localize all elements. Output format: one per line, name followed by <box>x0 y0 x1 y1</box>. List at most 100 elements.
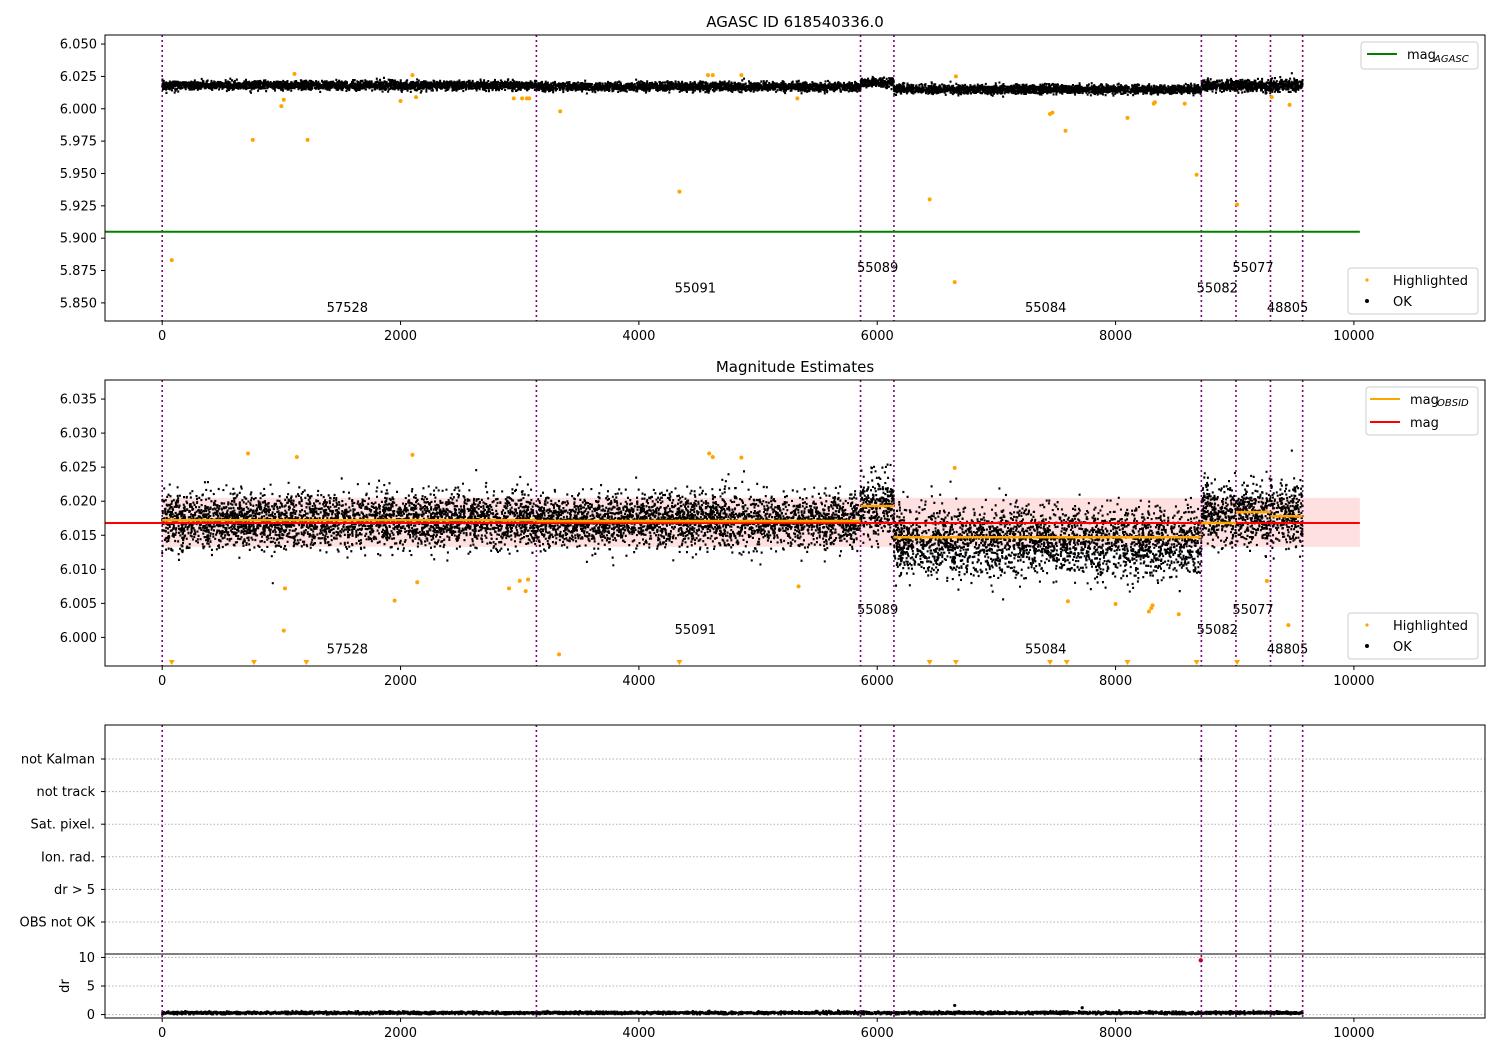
x-tick-label: 6000 <box>861 1026 894 1041</box>
highlighted-point <box>294 454 299 459</box>
out-of-range-marker <box>168 660 175 665</box>
dr-outlier <box>1080 1006 1084 1010</box>
highlighted-point <box>282 586 287 591</box>
legend-label: OK <box>1393 295 1412 310</box>
flag-label: dr > 5 <box>54 883 95 898</box>
out-of-range-marker <box>1124 660 1131 665</box>
y-tick-label: 6.030 <box>60 427 97 442</box>
legend-marker <box>1365 299 1369 303</box>
highlighted-point <box>281 97 286 102</box>
highlighted-point <box>506 586 511 591</box>
ok-points <box>859 75 895 91</box>
highlighted-point <box>523 589 528 594</box>
out-of-range-marker <box>1234 660 1241 665</box>
x-tick-label: 10000 <box>1333 1026 1374 1041</box>
y-tick-label: 5.950 <box>60 167 97 182</box>
legend-label: Highlighted <box>1393 274 1468 289</box>
out-of-range-marker <box>952 660 959 665</box>
ok-points <box>892 80 1202 98</box>
ok-points <box>161 76 538 95</box>
y-tick-label: 6.025 <box>60 70 97 85</box>
legend-label: OK <box>1393 640 1412 655</box>
highlighted-point <box>1269 95 1274 100</box>
ok-points <box>1200 72 1304 95</box>
highlighted-point <box>415 580 420 585</box>
highlighted-point <box>1146 609 1151 614</box>
highlighted-point <box>710 73 715 78</box>
legend-label: mag <box>1410 416 1439 431</box>
out-of-range-marker <box>1047 660 1054 665</box>
x-tick-label: 8000 <box>1099 674 1132 689</box>
obsid-label: 48805 <box>1267 643 1308 658</box>
highlighted-point <box>953 74 958 79</box>
flag-label: not track <box>36 785 95 800</box>
highlighted-point <box>952 280 957 285</box>
highlighted-point <box>169 258 174 263</box>
x-tick-label: 10000 <box>1333 674 1374 689</box>
legend-marker <box>1365 278 1369 282</box>
out-of-range-marker <box>303 660 310 665</box>
highlighted-point <box>250 137 255 142</box>
highlighted-point <box>1182 101 1187 106</box>
highlighted-point <box>410 73 415 78</box>
highlighted-point <box>1063 128 1068 133</box>
dr-axis-label: dr <box>58 979 73 993</box>
x-tick-label: 2000 <box>384 1026 417 1041</box>
y-tick-label: 6.050 <box>60 38 97 53</box>
highlighted-point <box>1235 202 1240 207</box>
y-tick-label: 6.025 <box>60 461 97 476</box>
highlighted-point <box>392 598 397 603</box>
flag-label: Ion. rad. <box>41 850 95 865</box>
panel-title: AGASC ID 618540336.0 <box>706 13 884 31</box>
obsid-label: 55082 <box>1197 623 1238 638</box>
obsid-label: 55089 <box>857 603 898 618</box>
highlighted-point <box>398 99 403 103</box>
highlighted-point <box>710 454 715 459</box>
y-tick-label: 6.035 <box>60 393 97 408</box>
highlighted-point <box>795 96 800 101</box>
legend-sub-agasc: AGASC <box>1433 54 1469 65</box>
highlighted-point <box>511 96 516 101</box>
y-tick-label: 5.975 <box>60 135 97 150</box>
legend-label-mag-agasc: mag <box>1407 48 1436 63</box>
legend-label: mag <box>1410 393 1439 408</box>
out-of-range-marker <box>250 660 257 665</box>
x-tick-label: 0 <box>158 674 166 689</box>
x-tick-label: 10000 <box>1333 329 1374 344</box>
highlighted-point <box>739 455 744 460</box>
y-tick-label: 5.875 <box>60 264 97 279</box>
flags-panel: not Kalman not track Sat. pixel. Ion. rad. d… <box>20 724 1486 1041</box>
highlighted-point <box>558 109 563 114</box>
obsid-label: 55077 <box>1232 261 1273 276</box>
flag-label: OBS not OK <box>20 916 96 931</box>
x-tick-label: 8000 <box>1099 329 1132 344</box>
magnitude-panel: Magnitude Estimates 57528 55091 55089 55084 5… <box>60 358 1486 689</box>
out-of-range-marker <box>1193 660 1200 665</box>
dr-points <box>161 1009 1304 1016</box>
x-tick-label: 0 <box>158 329 166 344</box>
x-tick-label: 4000 <box>622 329 655 344</box>
highlighted-point <box>414 95 419 100</box>
y-tick-label: 6.000 <box>60 631 97 646</box>
highlighted-point <box>292 71 297 76</box>
obsid-label: 55084 <box>1025 643 1066 658</box>
x-tick-label: 0 <box>158 1026 166 1041</box>
highlighted-point <box>1152 100 1157 105</box>
highlighted-point <box>1113 602 1118 607</box>
highlighted-point <box>246 451 251 456</box>
highlighted-point <box>1050 110 1055 115</box>
highlighted-point <box>739 73 744 78</box>
highlighted-point <box>1125 115 1130 120</box>
highlighted-point <box>1287 102 1292 107</box>
highlighted-point <box>527 96 532 101</box>
highlighted-point <box>281 628 286 633</box>
obsid-label: 55077 <box>1232 603 1273 618</box>
obsid-label: 57528 <box>327 301 368 316</box>
highlighted-point <box>526 577 531 582</box>
legend-marker <box>1365 644 1369 648</box>
highlighted-point <box>1194 172 1199 177</box>
flag-point <box>1199 757 1203 761</box>
y-tick-label: 6.010 <box>60 563 97 578</box>
highlighted-point <box>1286 623 1291 628</box>
highlighted-point <box>1150 603 1155 608</box>
